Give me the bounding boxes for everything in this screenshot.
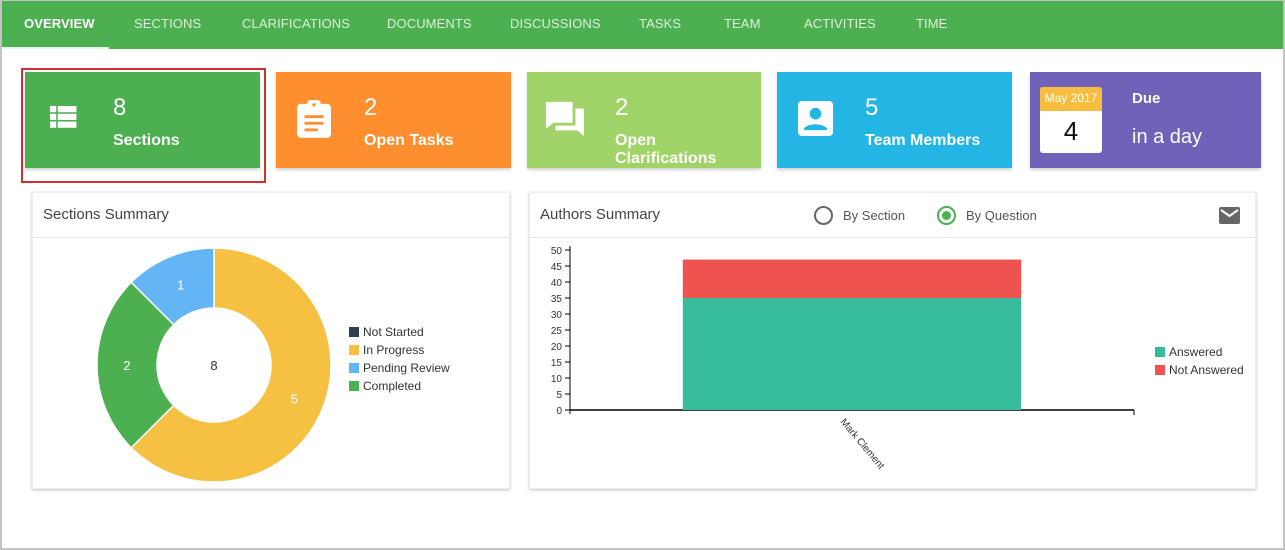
open-tasks-label: Open Tasks — [364, 132, 454, 149]
tab-documents[interactable]: DOCUMENTS — [387, 1, 472, 49]
due-month: May 2017 — [1040, 87, 1102, 111]
donut-slice-label: 5 — [291, 391, 298, 406]
y-tick-label: 10 — [551, 374, 563, 385]
bar-not-answered[interactable] — [682, 259, 1022, 298]
legend-label: Not Started — [363, 325, 424, 339]
sections-label: Sections — [113, 132, 180, 149]
sections-summary-panel: Sections Summary 5 2 1 8 Not Started In Prog… — [32, 192, 510, 489]
top-nav: OVERVIEW SECTIONS CLARIFICATIONS DOCUMEN… — [2, 1, 1283, 49]
x-tick-label: Mark Clement — [838, 417, 887, 472]
open-tasks-card[interactable]: 2 Open Tasks — [276, 72, 511, 168]
y-tick-label: 35 — [551, 294, 563, 305]
authors-summary-title: Authors Summary — [540, 206, 661, 223]
authors-legend: Answered Not Answered — [1155, 343, 1244, 379]
legend-swatch — [349, 363, 359, 373]
tab-activities[interactable]: ACTIVITIES — [804, 1, 876, 49]
tab-overview[interactable]: OVERVIEW — [24, 1, 95, 49]
legend-label: Pending Review — [363, 361, 450, 375]
y-tick-label: 40 — [551, 278, 563, 289]
team-members-card[interactable]: 5 Team Members — [777, 72, 1012, 168]
y-tick-label: 15 — [551, 358, 563, 369]
legend-swatch — [1155, 347, 1165, 357]
y-tick-label: 0 — [556, 406, 562, 417]
calendar-icon: May 2017 4 — [1040, 87, 1102, 153]
team-members-label: Team Members — [865, 132, 981, 149]
open-clarifications-card[interactable]: 2 Open Clarifications — [527, 72, 761, 168]
open-clarifications-count: 2 — [615, 94, 629, 121]
authors-summary-panel: Authors Summary By Section By Question 0… — [529, 192, 1256, 489]
legend-item[interactable]: Answered — [1155, 343, 1244, 361]
open-tasks-count: 2 — [364, 94, 378, 121]
sections-card[interactable]: 8 Sections — [25, 72, 260, 168]
radio-button[interactable] — [814, 206, 833, 225]
legend-label: Not Answered — [1169, 363, 1244, 377]
due-subtitle: in a day — [1132, 126, 1203, 148]
radio-button[interactable] — [937, 206, 956, 225]
tab-tasks[interactable]: TASKS — [639, 1, 681, 49]
sections-legend: Not Started In Progress Pending Review Comp… — [349, 323, 450, 395]
list-icon — [50, 106, 77, 128]
tab-clarifications[interactable]: CLARIFICATIONS — [242, 1, 350, 49]
legend-item[interactable]: Pending Review — [349, 359, 450, 377]
legend-item[interactable]: In Progress — [349, 341, 450, 359]
sections-count: 8 — [113, 94, 127, 121]
team-members-count: 5 — [865, 94, 879, 121]
legend-label: Completed — [363, 379, 422, 393]
open-clarifications-label: Open Clarifications — [615, 132, 717, 167]
donut-slice-label: 1 — [177, 278, 184, 293]
tab-time[interactable]: TIME — [916, 1, 947, 49]
legend-swatch — [1155, 365, 1165, 375]
tab-sections[interactable]: SECTIONS — [134, 1, 201, 49]
donut-slice-label: 2 — [123, 358, 130, 373]
legend-item[interactable]: Not Started — [349, 323, 450, 341]
tab-team[interactable]: TEAM — [724, 1, 761, 49]
legend-item[interactable]: Not Answered — [1155, 361, 1244, 379]
due-day: 4 — [1063, 116, 1079, 146]
envelope-icon[interactable] — [1219, 207, 1240, 224]
clipboard-icon — [297, 100, 331, 138]
y-tick-label: 45 — [551, 262, 563, 273]
radio-by-question[interactable]: By Question — [937, 206, 1037, 225]
legend-label: In Progress — [363, 343, 425, 357]
authors-bar-chart: 0 5 10 15 20 25 30 35 40 45 50 Mark Clement — [551, 246, 1135, 472]
y-tick-label: 30 — [551, 310, 563, 321]
y-tick-label: 5 — [556, 390, 562, 401]
y-tick-label: 20 — [551, 342, 563, 353]
radio-by-section[interactable]: By Section — [814, 206, 905, 225]
due-date-card[interactable]: May 2017 4 Due in a day — [1030, 72, 1261, 168]
person-card-icon — [798, 101, 833, 136]
legend-swatch — [349, 381, 359, 391]
radio-label: By Question — [966, 208, 1037, 223]
panel-header: Sections Summary — [33, 193, 509, 238]
y-tick-label: 50 — [551, 246, 563, 257]
due-title: Due — [1132, 90, 1161, 107]
bar-answered[interactable] — [682, 298, 1022, 410]
legend-swatch — [349, 345, 359, 355]
legend-label: Answered — [1169, 345, 1223, 359]
legend-swatch — [349, 327, 359, 337]
active-tab-indicator — [2, 47, 109, 49]
chat-bubbles-icon — [546, 101, 584, 137]
sections-summary-title: Sections Summary — [43, 206, 169, 223]
y-tick-label: 25 — [551, 326, 563, 337]
panel-header: Authors Summary By Section By Question — [530, 193, 1255, 238]
radio-label: By Section — [843, 208, 906, 223]
tab-discussions[interactable]: DISCUSSIONS — [510, 1, 601, 49]
donut-center-label: 8 — [210, 358, 217, 373]
legend-item[interactable]: Completed — [349, 377, 450, 395]
tab-label: OVERVIEW — [24, 16, 95, 31]
